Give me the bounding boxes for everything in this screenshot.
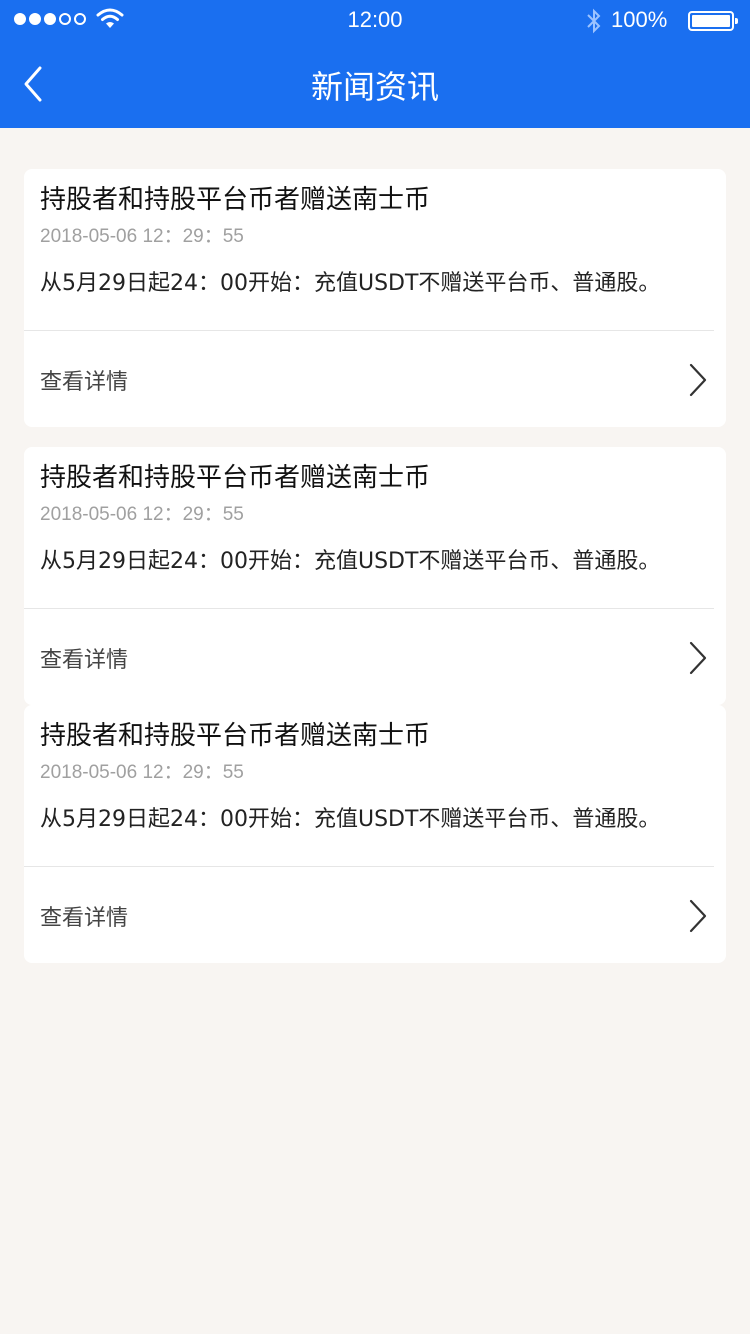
news-card: 持股者和持股平台币者赠送南士币 2018-05-06 12：29：55 从5月2… (24, 169, 726, 427)
news-timestamp: 2018-05-06 12：29：55 (40, 504, 244, 525)
view-details-button[interactable]: 查看详情 (24, 331, 726, 427)
view-details-button[interactable]: 查看详情 (24, 609, 726, 705)
bluetooth-icon (587, 8, 601, 34)
view-details-label: 查看详情 (40, 906, 129, 931)
header: 12:00 100% 新闻资讯 (0, 0, 750, 128)
battery-icon (688, 11, 738, 31)
battery-percent: 100% (611, 7, 668, 32)
chevron-right-icon (689, 899, 707, 933)
chevron-right-icon (689, 641, 707, 675)
view-details-label: 查看详情 (40, 370, 129, 395)
chevron-right-icon (689, 363, 707, 397)
news-card: 持股者和持股平台币者赠送南士币 2018-05-06 12：29：55 从5月2… (24, 705, 726, 963)
news-timestamp: 2018-05-06 12：29：55 (40, 762, 244, 783)
status-bar: 12:00 100% (0, 0, 750, 40)
view-details-button[interactable]: 查看详情 (24, 867, 726, 963)
news-title: 持股者和持股平台币者赠送南士币 (40, 185, 431, 215)
page-title: 新闻资讯 (310, 68, 439, 106)
view-details-label: 查看详情 (40, 648, 129, 673)
news-title: 持股者和持股平台币者赠送南士币 (40, 721, 431, 751)
news-description: 从5月29日起24：00开始：充值USDT不赠送平台币、普通股。 (40, 549, 661, 574)
news-title: 持股者和持股平台币者赠送南士币 (40, 463, 431, 493)
news-card: 持股者和持股平台币者赠送南士币 2018-05-06 12：29：55 从5月2… (24, 447, 726, 705)
news-description: 从5月29日起24：00开始：充值USDT不赠送平台币、普通股。 (40, 807, 661, 832)
news-timestamp: 2018-05-06 12：29：55 (40, 226, 244, 247)
news-description: 从5月29日起24：00开始：充值USDT不赠送平台币、普通股。 (40, 271, 661, 296)
